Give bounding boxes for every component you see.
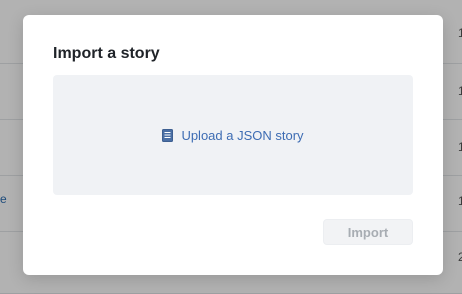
import-button[interactable]: Import <box>323 219 413 245</box>
book-icon <box>162 128 174 142</box>
dialog-title: Import a story <box>53 45 160 62</box>
upload-label: Upload a JSON story <box>181 127 304 143</box>
upload-dropzone[interactable]: Upload a JSON story <box>53 75 413 195</box>
upload-json-link[interactable]: Upload a JSON story <box>162 127 304 143</box>
import-story-dialog: Import a story Upload a JSON story Impor… <box>23 15 443 275</box>
